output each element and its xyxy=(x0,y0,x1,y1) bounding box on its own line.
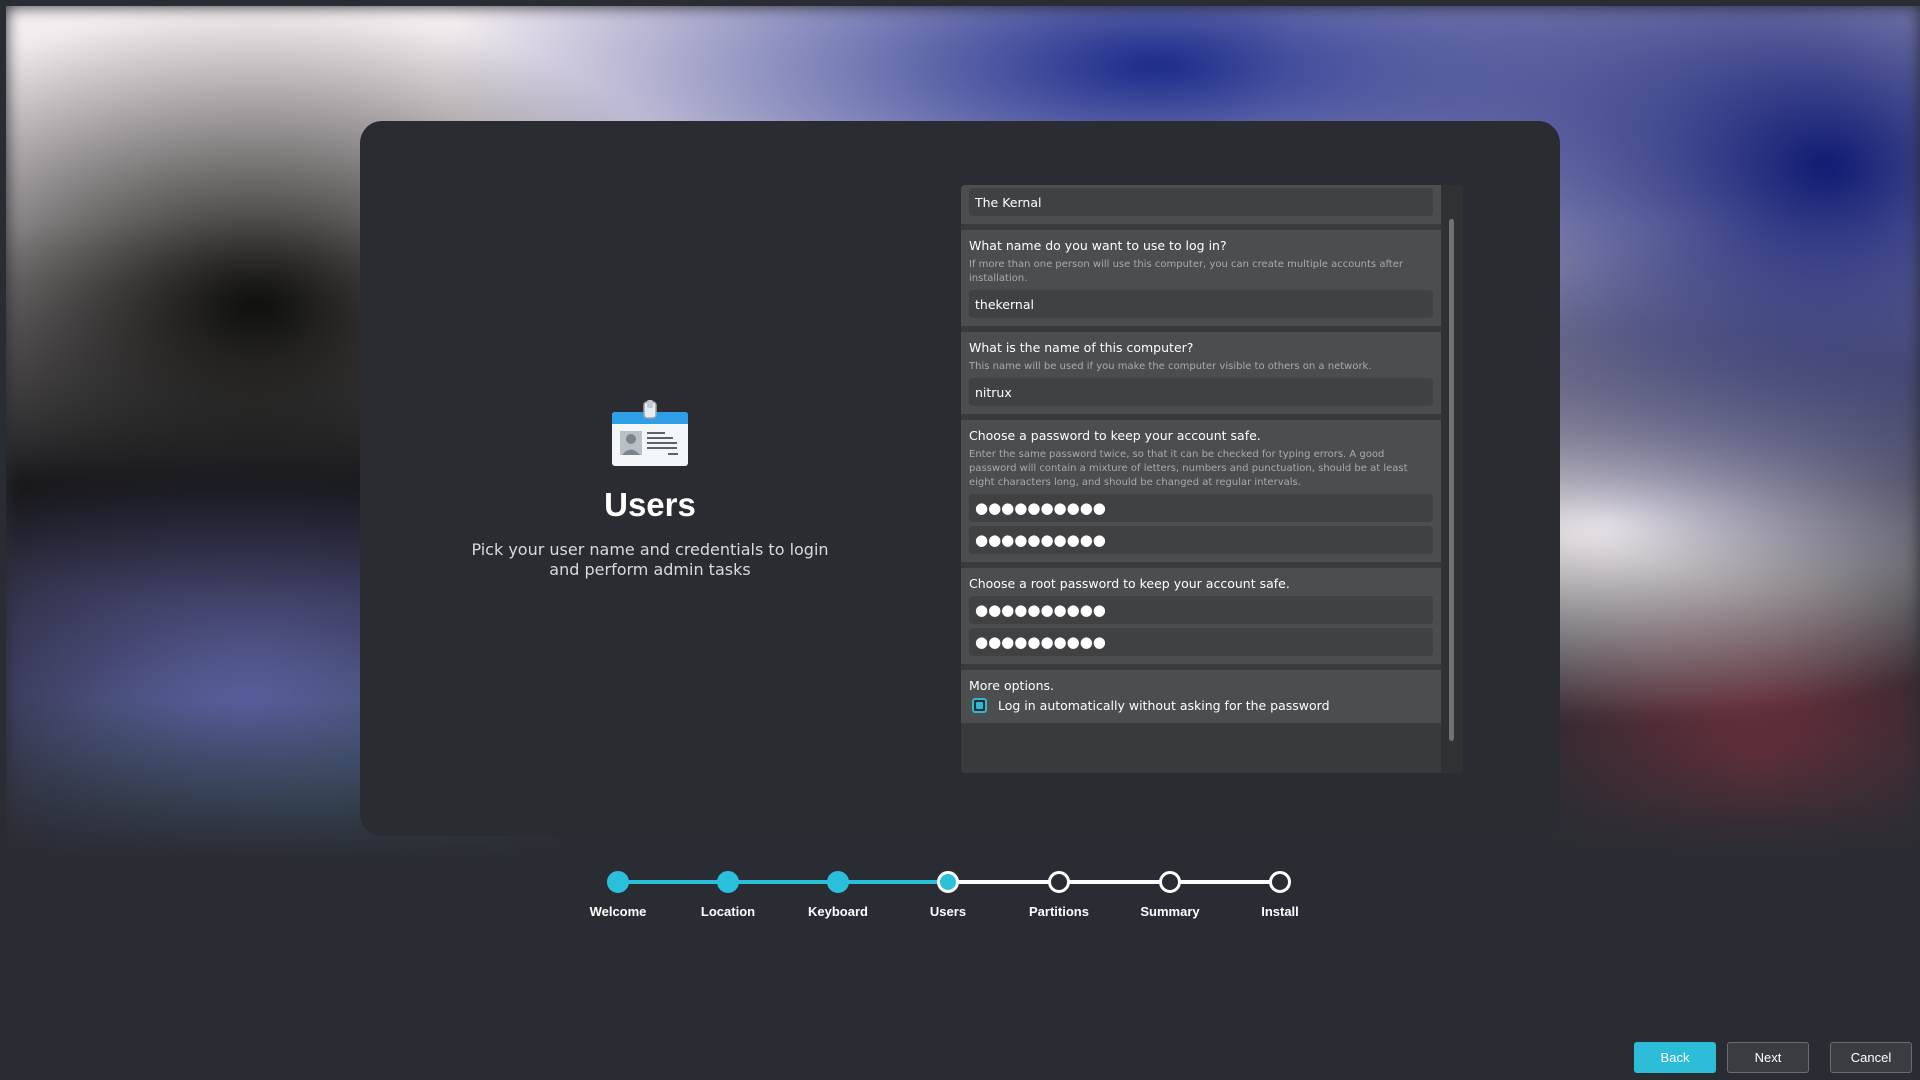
root-password-confirm-input[interactable]: ●●●●●●●●●● xyxy=(969,628,1433,656)
step-summary: Summary xyxy=(1115,868,1225,919)
root-password-section: Choose a root password to keep your acco… xyxy=(961,568,1441,664)
step-summary-dot xyxy=(1159,871,1181,893)
hostname-label: What is the name of this computer? xyxy=(969,340,1194,355)
full-name-input[interactable]: The Kernal xyxy=(969,188,1433,216)
step-keyboard: Keyboard xyxy=(783,868,893,919)
more-options-label: More options. xyxy=(969,678,1054,693)
step-partitions-label: Partitions xyxy=(1029,904,1089,919)
page-intro: Users Pick your user name and credential… xyxy=(360,121,940,836)
password-hint: Enter the same password twice, so that i… xyxy=(969,449,1408,488)
full-name-section: The Kernal xyxy=(961,185,1441,224)
hostname-hint: This name will be used if you make the c… xyxy=(969,361,1372,372)
step-users-dot xyxy=(937,871,959,893)
step-users-label: Users xyxy=(929,904,967,919)
step-users: Users xyxy=(893,868,1003,919)
step-partitions-dot xyxy=(1048,871,1070,893)
top-edge xyxy=(0,0,1920,6)
hostname-input[interactable]: nitrux xyxy=(969,378,1433,406)
page-title: Users xyxy=(604,485,696,523)
installer-dialog: Users Pick your user name and credential… xyxy=(360,121,1560,836)
step-partitions: Partitions xyxy=(1004,868,1114,919)
left-edge xyxy=(0,0,6,1080)
form-scrollbar[interactable] xyxy=(1441,185,1463,773)
next-button[interactable]: Next xyxy=(1727,1042,1809,1073)
password-confirm-input[interactable]: ●●●●●●●●●● xyxy=(969,526,1433,554)
login-name-section: What name do you want to use to log in? … xyxy=(961,230,1441,326)
more-options-section: More options. Log in automatically witho… xyxy=(961,670,1441,723)
step-install-dot xyxy=(1269,871,1291,893)
login-name-input[interactable]: thekernal xyxy=(969,290,1433,318)
step-keyboard-label: Keyboard xyxy=(808,904,868,919)
login-name-label: What name do you want to use to log in? xyxy=(969,238,1227,253)
step-summary-label: Summary xyxy=(1140,904,1200,919)
password-section: Choose a password to keep your account s… xyxy=(961,420,1441,562)
step-install: Install xyxy=(1225,868,1335,919)
step-welcome: Welcome xyxy=(563,868,673,919)
autologin-checkbox[interactable] xyxy=(972,698,987,713)
autologin-option[interactable]: Log in automatically without asking for … xyxy=(969,698,1433,713)
autologin-label: Log in automatically without asking for … xyxy=(998,698,1330,713)
form-scrollbar-thumb[interactable] xyxy=(1449,219,1454,741)
root-password-input[interactable]: ●●●●●●●●●● xyxy=(969,596,1433,624)
id-badge-icon xyxy=(610,398,690,468)
step-welcome-dot xyxy=(607,871,629,893)
user-form-scroll-area[interactable]: The Kernal What name do you want to use … xyxy=(961,185,1463,773)
step-location: Location xyxy=(673,868,783,919)
installer-progress-steps: Welcome Location Keyboard Users Partitio… xyxy=(580,868,1340,919)
user-form: The Kernal What name do you want to use … xyxy=(961,185,1441,729)
password-label: Choose a password to keep your account s… xyxy=(969,428,1261,443)
step-keyboard-dot xyxy=(827,871,849,893)
step-location-label: Location xyxy=(700,904,756,919)
back-button[interactable]: Back xyxy=(1634,1042,1716,1073)
cancel-button[interactable]: Cancel xyxy=(1830,1042,1912,1073)
password-input[interactable]: ●●●●●●●●●● xyxy=(969,494,1433,522)
step-install-label: Install xyxy=(1261,904,1299,919)
login-name-hint: If more than one person will use this co… xyxy=(969,259,1403,284)
step-welcome-label: Welcome xyxy=(589,904,647,919)
hostname-section: What is the name of this computer? This … xyxy=(961,332,1441,414)
step-location-dot xyxy=(717,871,739,893)
root-password-label: Choose a root password to keep your acco… xyxy=(969,576,1290,591)
page-subtitle: Pick your user name and credentials to l… xyxy=(471,539,829,579)
